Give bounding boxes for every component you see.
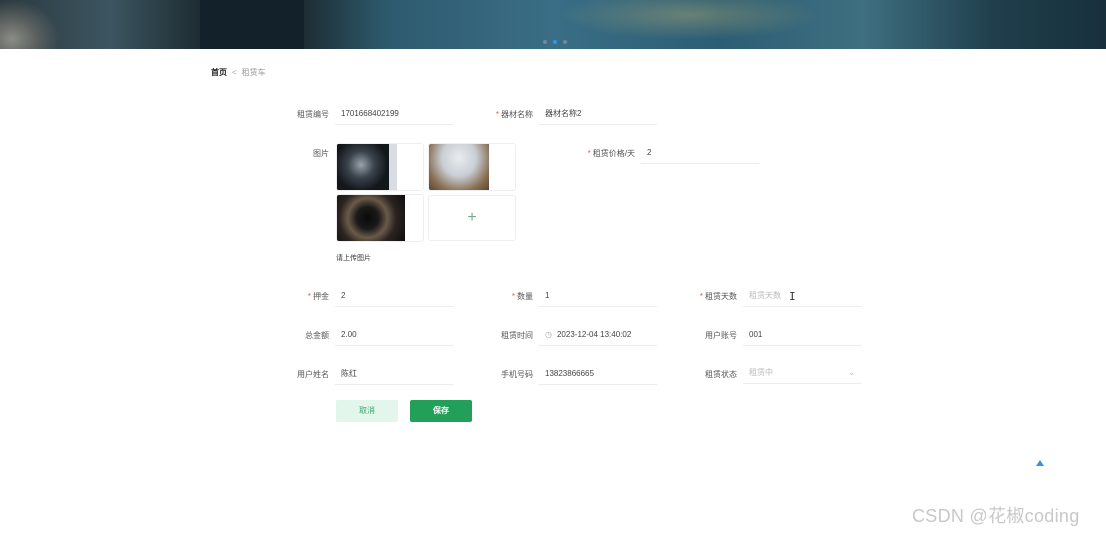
rental-status-label: 租赁状态	[705, 370, 737, 379]
rental-time-label: 租赁时间	[501, 331, 533, 340]
total-amount-label: 总金额	[305, 331, 329, 340]
price-input[interactable]: 2	[641, 142, 759, 164]
equipment-name-input[interactable]: 器材名称2	[539, 103, 657, 125]
deposit-input[interactable]: 2	[335, 285, 453, 307]
quantity-label: * 数量	[511, 292, 533, 301]
carousel-dot[interactable]	[563, 40, 567, 44]
user-name-input[interactable]: 陈红	[335, 363, 453, 385]
image-thumb-2[interactable]	[428, 143, 516, 191]
phone-label: 手机号码	[501, 370, 533, 379]
carousel-indicators	[543, 40, 567, 44]
rental-days-input[interactable]: 租赁天数	[743, 285, 861, 307]
equipment-name-label: * 器材名称	[495, 110, 533, 119]
banner-light	[560, 0, 820, 40]
carousel-dot[interactable]	[543, 40, 547, 44]
total-amount-input[interactable]: 2.00	[335, 324, 453, 346]
banner-rock	[0, 0, 60, 49]
breadcrumb-separator: <	[232, 68, 237, 77]
breadcrumb: 首页 < 租赁车	[211, 67, 266, 78]
images-label: 图片	[313, 149, 329, 158]
carousel-dot-active[interactable]	[553, 40, 557, 44]
image-upload-button[interactable]: +	[428, 195, 516, 241]
upload-hint: 请上传图片	[336, 255, 371, 262]
image-thumb-1[interactable]	[336, 143, 424, 191]
text-cursor-icon: I	[789, 290, 796, 303]
rental-time-input[interactable]: ◷ 2023-12-04 13:40:02	[539, 324, 657, 346]
clock-icon: ◷	[545, 330, 552, 339]
breadcrumb-home[interactable]: 首页	[211, 67, 227, 78]
image-thumb-3[interactable]	[336, 194, 424, 242]
user-account-label: 用户账号	[705, 331, 737, 340]
chevron-down-icon: ⌄	[848, 368, 855, 377]
phone-input[interactable]: 13823866665	[539, 363, 657, 385]
rental-no-input[interactable]: 1701668402199	[335, 103, 453, 125]
deposit-label: * 押金	[307, 292, 329, 301]
watermark: CSDN @花椒coding	[912, 506, 1080, 526]
breadcrumb-current: 租赁车	[241, 68, 266, 77]
cancel-button[interactable]: 取消	[336, 400, 398, 422]
save-button[interactable]: 保存	[410, 400, 472, 422]
rental-no-label: 租赁编号	[297, 110, 329, 119]
rental-status-select[interactable]: 租赁中 ⌄	[743, 362, 861, 384]
back-to-top-icon[interactable]	[1036, 460, 1044, 466]
plus-icon: +	[467, 209, 477, 226]
banner-dark-panel	[200, 0, 304, 49]
user-account-input[interactable]: 001	[743, 324, 861, 346]
rental-days-label: * 租赁天数	[699, 292, 737, 301]
price-label: * 租赁价格/天	[587, 149, 635, 158]
quantity-input[interactable]: 1	[539, 285, 657, 307]
user-name-label: 用户姓名	[297, 370, 329, 379]
header-banner	[0, 0, 1106, 49]
